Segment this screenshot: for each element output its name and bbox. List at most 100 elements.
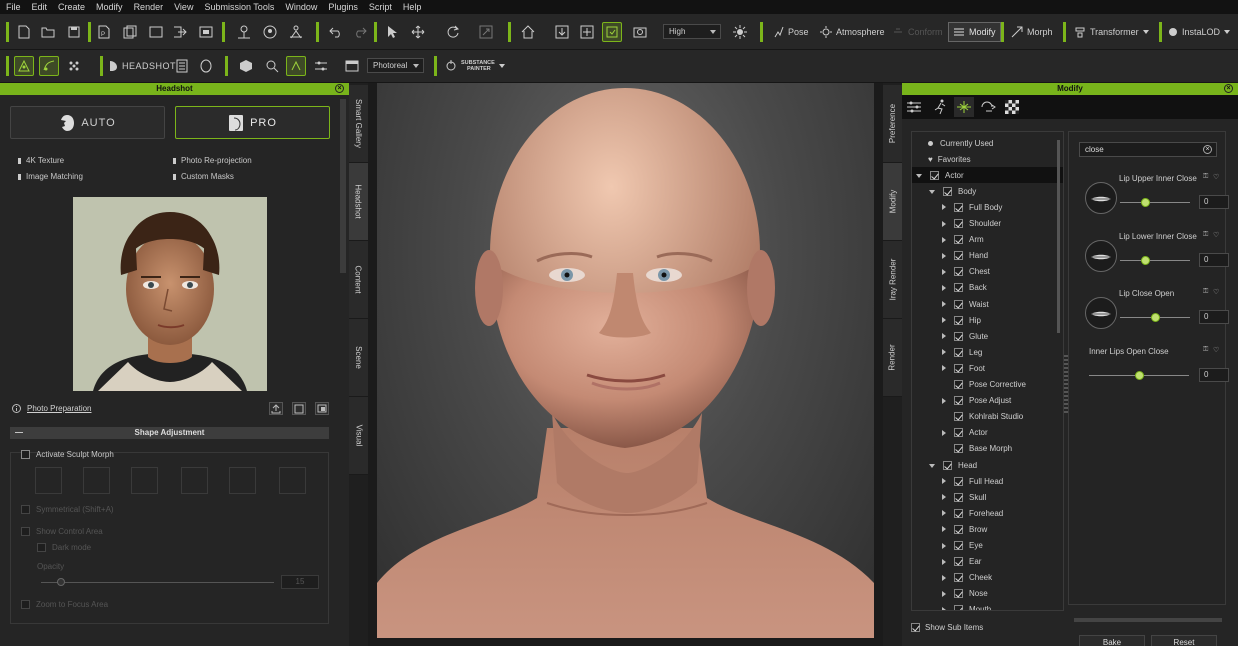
tab-headshot[interactable]: Headshot (349, 163, 368, 241)
slider-track[interactable] (1120, 259, 1190, 261)
checkbox[interactable] (954, 283, 963, 293)
camera-lock-icon[interactable] (602, 22, 622, 42)
tab-scene[interactable]: Scene (349, 319, 368, 397)
shader-icon[interactable] (286, 56, 306, 76)
home-view-icon[interactable] (518, 22, 538, 42)
source-photo[interactable] (73, 197, 267, 391)
texture-icon[interactable] (172, 56, 192, 76)
tree-item-back[interactable]: Back (912, 280, 1063, 296)
headshot-tool-icon[interactable] (260, 22, 280, 42)
checkbox[interactable] (954, 589, 963, 599)
smooth-icon[interactable] (64, 56, 84, 76)
tree-item-mouth[interactable]: Mouth (912, 602, 1063, 610)
checkbox[interactable] (954, 444, 963, 454)
tree-item-cheek[interactable]: Cheek (912, 570, 1063, 586)
sculpt-icon[interactable] (39, 56, 59, 76)
expand-right-icon[interactable] (942, 558, 946, 565)
favorite-heart-icon[interactable]: ♡ (1213, 231, 1219, 239)
expand-right-icon[interactable] (942, 365, 946, 372)
tree-item-full-body[interactable]: Full Body (912, 199, 1063, 215)
checkbox[interactable] (954, 380, 963, 389)
menu-submission-tools[interactable]: Submission Tools (204, 2, 274, 12)
tab-content[interactable]: Content (349, 241, 368, 319)
checkbox[interactable] (954, 363, 963, 373)
tree-item-leg[interactable]: Leg (912, 344, 1063, 360)
move-icon[interactable] (408, 22, 428, 42)
export-icon[interactable] (170, 22, 190, 42)
menu-help[interactable]: Help (403, 2, 422, 12)
checkbox[interactable] (954, 573, 963, 583)
tab-smart-gallery[interactable]: Smart Gallery (349, 85, 368, 163)
expand-right-icon[interactable] (942, 317, 946, 324)
tree-item-waist[interactable]: Waist (912, 296, 1063, 312)
auto-mode-button[interactable]: AUTO (10, 106, 165, 139)
tree-item-hand[interactable]: Hand (912, 248, 1063, 264)
head-icon[interactable] (196, 56, 216, 76)
expand-down-icon[interactable] (916, 173, 922, 178)
tree-item-kohlrabi-studio[interactable]: Kohlrabi Studio (912, 409, 1063, 425)
shape-adjustment-header[interactable]: — Shape Adjustment (10, 427, 329, 439)
expand-down-icon[interactable] (929, 189, 935, 194)
checkbox[interactable] (954, 412, 963, 422)
tree-item-brow[interactable]: Brow (912, 521, 1063, 537)
checkbox[interactable] (954, 605, 963, 610)
favorite-heart-icon[interactable]: ♡ (1213, 173, 1219, 181)
menu-plugins[interactable]: Plugins (328, 2, 358, 12)
undo-icon[interactable] (326, 22, 346, 42)
checkbox[interactable] (954, 428, 963, 438)
character-icon[interactable] (234, 22, 254, 42)
expand-right-icon[interactable] (942, 478, 946, 485)
checkbox[interactable] (954, 347, 963, 357)
pose-button[interactable]: Pose (772, 22, 809, 42)
menu-window[interactable]: Window (285, 2, 317, 12)
lock-icon[interactable]: ⚿ (1203, 346, 1208, 354)
slider-knob[interactable] (1140, 255, 1150, 265)
tree-item-favorites[interactable]: ♥ Favorites (912, 151, 1063, 167)
fit-view-icon[interactable] (552, 22, 572, 42)
morph-tab-icon[interactable] (954, 97, 974, 117)
tree-item-pose-corrective[interactable]: Pose Corrective (912, 377, 1063, 393)
tree-item-shoulder[interactable]: Shoulder (912, 216, 1063, 232)
lock-icon[interactable]: ⚿ (1203, 173, 1208, 181)
slider-knob[interactable] (1140, 198, 1150, 207)
checkbox[interactable] (954, 251, 963, 261)
checkbox[interactable] (954, 541, 963, 550)
tree-item-body[interactable]: Body (912, 183, 1063, 199)
checkbox[interactable] (954, 396, 963, 406)
crop-photo-button[interactable] (315, 402, 329, 415)
close-icon[interactable]: × (1224, 84, 1233, 93)
render-window-icon[interactable] (342, 56, 362, 76)
checkbox[interactable] (954, 557, 963, 567)
frame-selected-icon[interactable] (577, 22, 597, 42)
tree-item-hip[interactable]: Hip (912, 312, 1063, 328)
expand-right-icon[interactable] (942, 526, 946, 533)
tab-modify[interactable]: Modify (883, 163, 902, 241)
redo-icon[interactable] (350, 22, 370, 42)
slider-value-field[interactable]: 0 (1199, 252, 1229, 267)
tree-item-ear[interactable]: Ear (912, 554, 1063, 570)
show-sub-items-checkbox[interactable]: Show Sub Items (911, 623, 983, 632)
expand-down-icon[interactable] (929, 463, 935, 468)
motion-tab-icon[interactable] (930, 97, 950, 117)
tree-item-glute[interactable]: Glute (912, 328, 1063, 344)
checkbox[interactable] (954, 524, 963, 534)
checkbox[interactable] (954, 315, 963, 325)
expand-right-icon[interactable] (942, 236, 946, 243)
bake-button[interactable]: Bake (1079, 635, 1145, 646)
open-folder-icon[interactable] (38, 22, 58, 42)
checkbox[interactable] (943, 186, 952, 196)
slider-knob[interactable] (1151, 313, 1160, 322)
tab-render[interactable]: Render (883, 319, 902, 397)
expand-right-icon[interactable] (942, 590, 946, 597)
expand-right-icon[interactable] (942, 397, 946, 404)
edit-mesh-icon[interactable] (14, 56, 34, 76)
slider-value-field[interactable]: 0 (1199, 367, 1229, 382)
checkbox[interactable] (930, 170, 939, 180)
menu-script[interactable]: Script (369, 2, 392, 12)
expand-right-icon[interactable] (942, 284, 946, 291)
expand-right-icon[interactable] (942, 268, 946, 275)
slider-knob[interactable] (1135, 370, 1144, 380)
checkbox[interactable] (954, 508, 963, 518)
expand-right-icon[interactable] (942, 574, 946, 581)
checkbox[interactable] (954, 331, 963, 341)
